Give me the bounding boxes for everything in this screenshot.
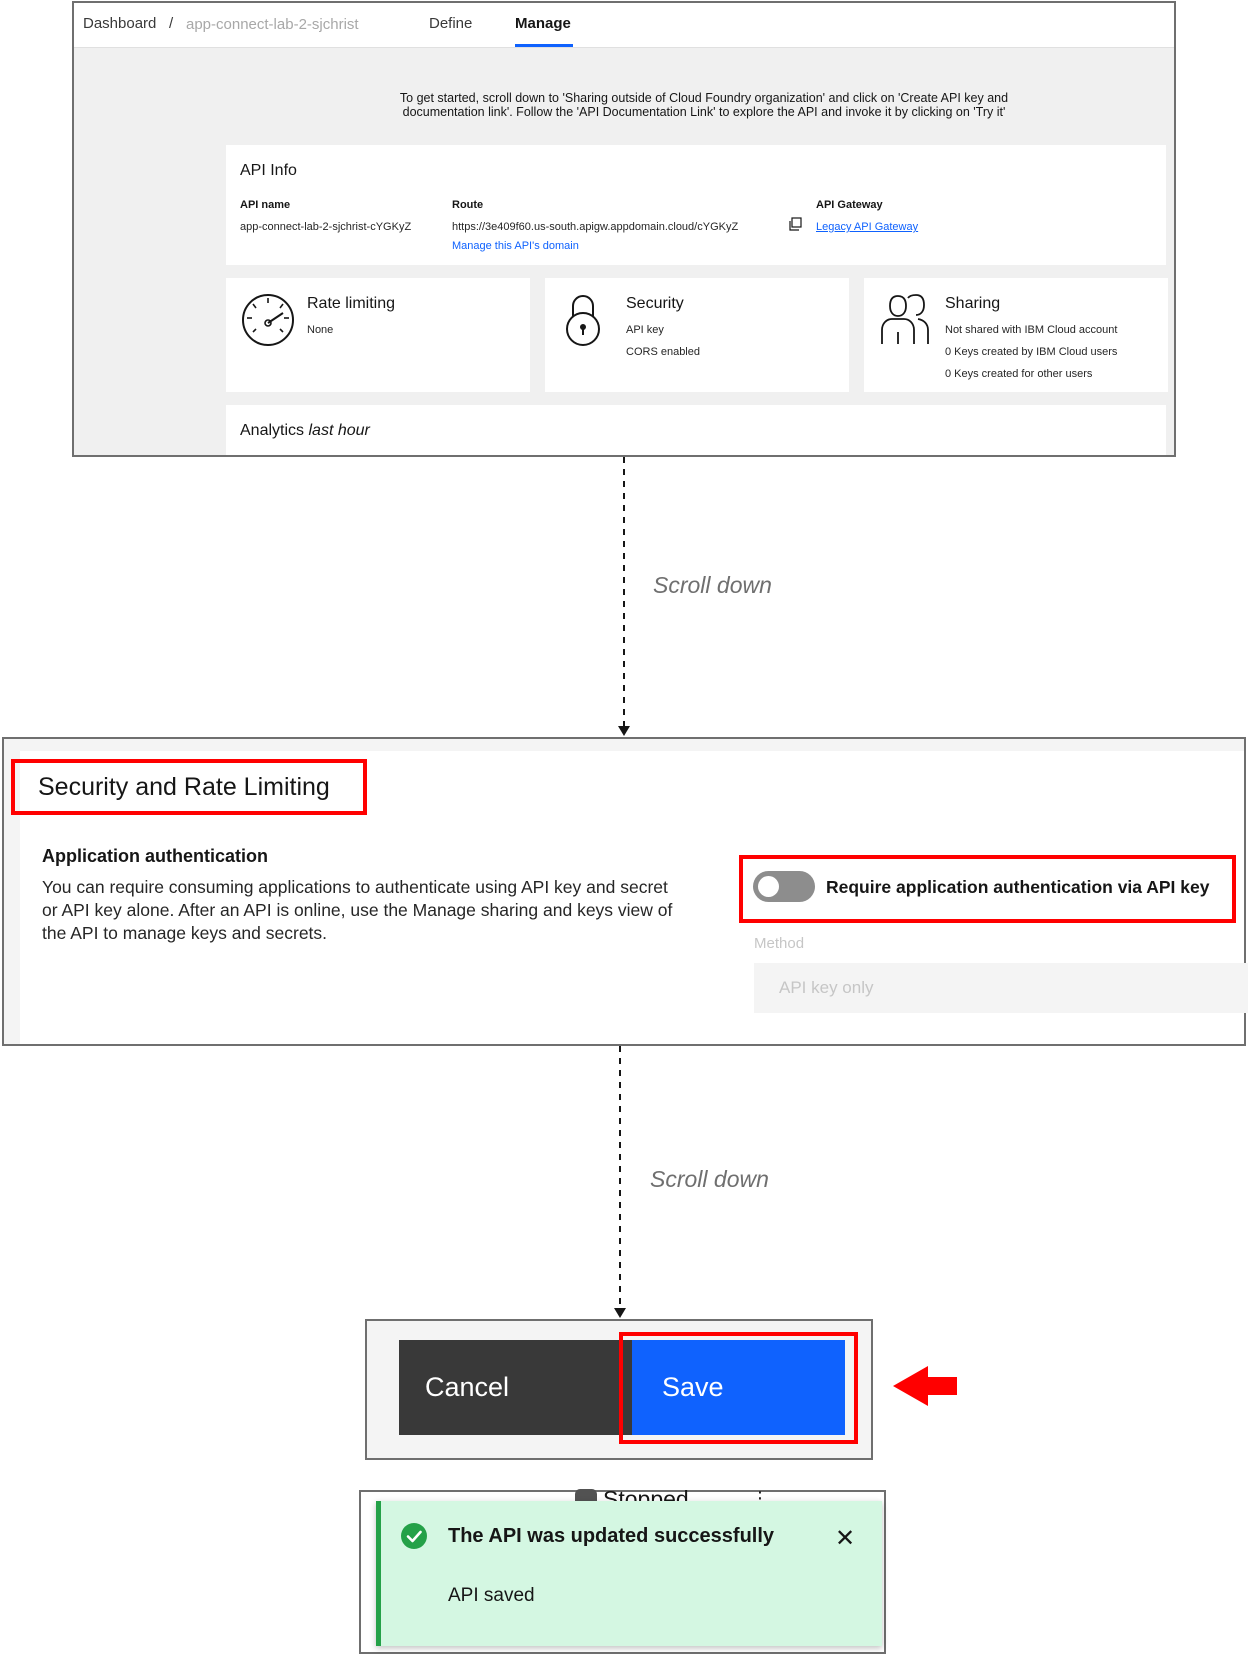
success-check-icon xyxy=(401,1523,427,1549)
method-value: API key only xyxy=(779,978,874,997)
toast-title: The API was updated successfully xyxy=(448,1525,775,1547)
app-auth-desc-line-2: or API key alone. After an API is online… xyxy=(42,900,673,920)
app-auth-description: You can require consuming applications t… xyxy=(42,876,722,945)
app-auth-title: Application authentication xyxy=(42,846,269,866)
red-left-arrow xyxy=(893,1366,957,1406)
success-toast xyxy=(376,1501,882,1646)
toggle-highlight-box xyxy=(739,855,1236,923)
save-highlight-box xyxy=(619,1332,858,1444)
connector-arrowhead-1 xyxy=(618,726,630,736)
connector-arrowhead-2 xyxy=(614,1308,626,1318)
close-icon[interactable]: ✕ xyxy=(835,1524,855,1553)
method-select[interactable]: API key only xyxy=(754,963,1248,1013)
method-label: Method xyxy=(754,935,805,952)
scroll-down-label-1: Scroll down xyxy=(653,572,772,598)
title-highlight-box xyxy=(11,759,367,815)
app-auth-desc-line-1: You can require consuming applications t… xyxy=(42,877,668,897)
app-auth-desc-line-3: the API to manage keys and secrets. xyxy=(42,923,328,943)
scroll-down-label-2: Scroll down xyxy=(650,1166,769,1192)
cancel-button[interactable]: Cancel xyxy=(399,1340,635,1435)
toast-subtitle: API saved xyxy=(448,1585,535,1606)
